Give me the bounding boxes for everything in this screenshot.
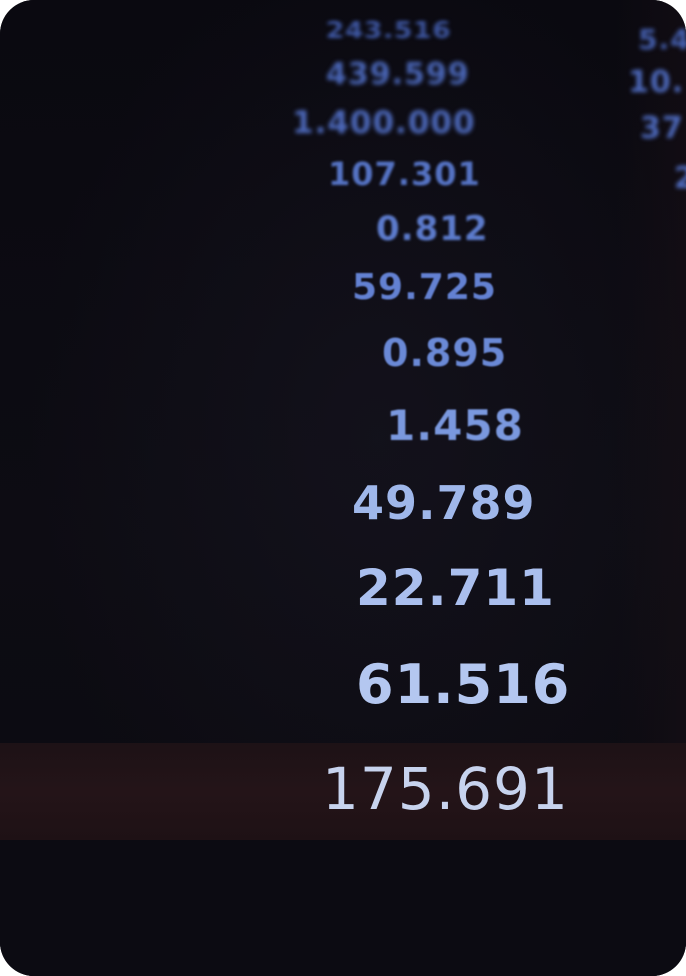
value-row-9: 49.789 <box>352 476 536 530</box>
value-row-7: 0.895 <box>382 331 508 375</box>
value-row-2: 439.599 <box>326 57 470 92</box>
value-row-6: 59.725 <box>352 267 497 308</box>
value-row-4: 107.301 <box>328 155 481 193</box>
value-row-3: 1.400.000 <box>292 105 476 141</box>
value-row-1: 243.516 <box>326 17 452 45</box>
value-row-8: 1.458 <box>386 401 524 450</box>
value-row-10: 22.711 <box>356 559 555 617</box>
right-value-row-3: 37 <box>640 111 684 146</box>
lower-dark-area <box>0 840 686 976</box>
value-row-total: 175.691 <box>322 755 569 823</box>
screen-photo: 243.516 439.599 1.400.000 107.301 0.812 … <box>0 0 686 976</box>
right-value-row-1: 5.4 <box>638 23 686 56</box>
value-row-11: 61.516 <box>356 653 571 716</box>
right-value-row-4: 2 <box>674 161 686 196</box>
right-value-row-2: 10. <box>628 65 685 100</box>
value-row-5: 0.812 <box>376 209 489 249</box>
